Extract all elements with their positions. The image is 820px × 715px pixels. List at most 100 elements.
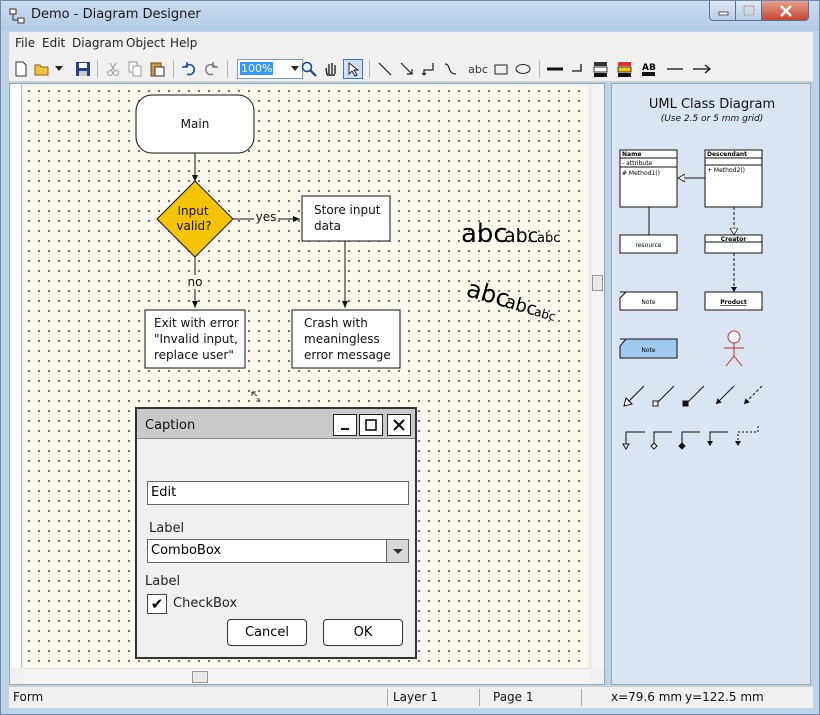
line-style-button[interactable] xyxy=(567,59,587,79)
clipboard-icon xyxy=(150,62,165,77)
zoom-select[interactable]: 100% xyxy=(237,59,303,79)
folder-open-icon xyxy=(34,64,49,76)
maximize-icon xyxy=(365,419,377,431)
save-button[interactable] xyxy=(73,59,93,79)
maximize-button[interactable] xyxy=(735,1,762,21)
redo-icon xyxy=(205,62,218,76)
close-button[interactable] xyxy=(761,1,809,21)
dialog-minimize-button[interactable] xyxy=(333,414,357,436)
ellipse-tool-button[interactable] xyxy=(513,59,533,79)
pan-tool-button[interactable] xyxy=(321,59,341,79)
connector-icon xyxy=(421,63,434,76)
exit-label-line2: "Invalid input, xyxy=(154,332,238,346)
resize-cursor-icon: a xyxy=(251,391,260,404)
undo-button[interactable] xyxy=(179,59,199,79)
redo-button[interactable] xyxy=(201,59,221,79)
minimize-icon xyxy=(718,11,729,16)
chevron-down-icon[interactable] xyxy=(386,540,408,562)
menu-file[interactable]: File xyxy=(15,36,35,50)
decision-label-line2: valid? xyxy=(176,219,211,233)
save-icon xyxy=(76,62,90,76)
rectangle-icon xyxy=(494,64,508,75)
rotated-text-small: abc xyxy=(533,305,558,324)
menu-object[interactable]: Object xyxy=(126,36,165,50)
sample-text-large[interactable]: abc xyxy=(461,219,508,249)
title-bar[interactable]: Demo - Diagram Designer xyxy=(1,1,819,31)
paste-button[interactable] xyxy=(147,59,167,79)
undo-icon xyxy=(182,62,196,76)
status-y-coordinate: y=122.5 mm xyxy=(685,690,764,704)
crash-label-line1: Crash with xyxy=(304,316,368,330)
scissors-icon xyxy=(107,62,119,76)
menu-edit[interactable]: Edit xyxy=(42,36,65,50)
status-x-coordinate: x=79.6 mm xyxy=(611,690,683,704)
line-color-button[interactable] xyxy=(615,59,635,79)
toolbar-separator xyxy=(227,60,228,78)
class2-method: + Method2() xyxy=(707,167,745,174)
status-separator xyxy=(479,689,480,706)
combo-box[interactable]: ComboBox xyxy=(147,539,409,563)
copy-button[interactable] xyxy=(125,59,145,79)
toolbar-separator xyxy=(173,60,174,78)
app-icon xyxy=(9,8,25,24)
toolbar-separator xyxy=(539,60,540,78)
arrow-line-tool-button[interactable] xyxy=(397,59,417,79)
exit-label-line3: replace user" xyxy=(154,348,234,362)
close-icon xyxy=(780,5,792,17)
product-label: Product xyxy=(720,299,747,306)
line-icon xyxy=(378,62,392,76)
sample-text-small[interactable]: abc xyxy=(537,231,560,246)
uml-class-shape[interactable]: Name - attribute # Method1() xyxy=(619,149,678,208)
horizontal-scrollbar[interactable] xyxy=(24,668,590,684)
exit-label-line1: Exit with error xyxy=(154,316,239,330)
form-dialog[interactable]: Caption Edit Label ComboBox Label ✔ Chec… xyxy=(135,407,417,659)
dialog-caption: Caption xyxy=(145,418,196,433)
cancel-button[interactable]: Cancel xyxy=(227,619,307,646)
new-file-icon xyxy=(15,61,27,77)
text-tool-label: abc xyxy=(468,62,488,76)
minimize-button[interactable] xyxy=(709,1,736,21)
start-node-label: Main xyxy=(181,117,210,131)
cut-button[interactable] xyxy=(103,59,123,79)
line-end-arrow-button[interactable] xyxy=(689,59,715,79)
line-end-variants-row1 xyxy=(623,385,763,407)
crash-label-line2: meaningless xyxy=(304,332,380,346)
menu-help[interactable]: Help xyxy=(170,36,197,50)
zoom-tool-button[interactable] xyxy=(299,59,319,79)
dialog-maximize-button[interactable] xyxy=(359,414,383,436)
uml-descendant-class-shape[interactable]: Descendant + Method2() xyxy=(704,149,763,208)
line-end-none-button[interactable] xyxy=(663,59,687,79)
curve-icon xyxy=(444,63,457,75)
open-button[interactable] xyxy=(33,59,53,79)
vertical-scrollbar[interactable] xyxy=(590,84,604,668)
class1-name: Name xyxy=(622,151,641,158)
combo-label: Label xyxy=(149,521,185,536)
dialog-title-bar[interactable]: Caption xyxy=(137,409,415,439)
checkbox[interactable]: ✔ xyxy=(147,594,167,614)
sample-text-medium[interactable]: abc xyxy=(504,225,538,247)
menu-bar: File Edit Diagram Object Help xyxy=(9,32,813,56)
rectangle-tool-button[interactable] xyxy=(491,59,511,79)
new-button[interactable] xyxy=(11,59,31,79)
decision-label-line1: Input xyxy=(177,204,208,218)
font-color-button[interactable]: AB xyxy=(639,59,659,79)
horizontal-scroll-thumb[interactable] xyxy=(192,671,208,683)
select-tool-button[interactable] xyxy=(343,59,363,79)
shape-palette: UML Class Diagram (Use 2.5 or 5 mm grid)… xyxy=(611,83,811,685)
uml-creator-shape[interactable]: Creator xyxy=(704,234,763,254)
text-tool-button[interactable]: abc xyxy=(465,59,491,79)
edit-field[interactable]: Edit xyxy=(147,481,409,505)
curve-tool-button[interactable] xyxy=(441,59,461,79)
rotated-sample-text[interactable]: abc abc abc xyxy=(464,274,561,326)
line-tool-button[interactable] xyxy=(375,59,395,79)
vertical-scroll-thumb[interactable] xyxy=(592,275,603,291)
connector-tool-button[interactable] xyxy=(419,59,439,79)
note2-label: Note xyxy=(641,347,656,354)
line-width-button[interactable] xyxy=(545,59,565,79)
open-dropdown[interactable] xyxy=(53,59,65,79)
ellipse-icon xyxy=(515,64,531,74)
ok-button[interactable]: OK xyxy=(323,619,403,646)
fill-color-button[interactable] xyxy=(591,59,611,79)
menu-diagram[interactable]: Diagram xyxy=(72,36,124,50)
dialog-close-button[interactable] xyxy=(387,414,411,436)
